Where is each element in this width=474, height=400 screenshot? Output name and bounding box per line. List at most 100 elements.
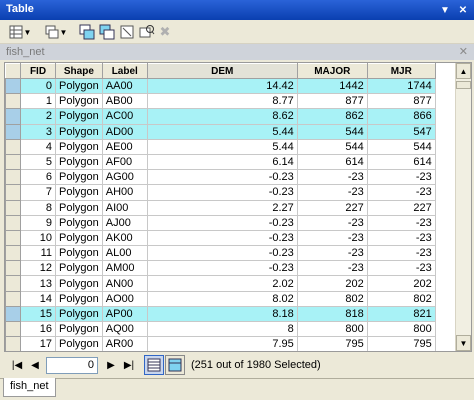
- attribute-table-grid: FID Shape Label DEM MAJOR MJR 0 Polygon AA…: [4, 62, 472, 352]
- table-row[interactable]: 10 Polygon AK00 -0.23 -23 -23: [5, 229, 436, 247]
- selection-status-text: (251 out of 1980 Selected): [191, 359, 321, 371]
- cell-dem: 5.44: [146, 138, 298, 155]
- row-selector[interactable]: [5, 214, 21, 231]
- column-header-label[interactable]: Label: [101, 63, 148, 79]
- table-row[interactable]: 6 Polygon AG00 -0.23 -23 -23: [5, 169, 436, 186]
- table-row[interactable]: 9 Polygon AJ00 -0.23 -23 -23: [5, 214, 436, 231]
- cell-dem: 8: [146, 320, 298, 338]
- table-row[interactable]: 4 Polygon AE00 5.44 544 544: [5, 138, 436, 155]
- cell-fid: 16: [20, 320, 56, 338]
- table-row[interactable]: 8 Polygon AI00 2.27 227 227: [5, 199, 436, 216]
- table-row[interactable]: 17 Polygon AR00 7.95 795 795: [5, 336, 436, 351]
- cell-major: 544: [296, 123, 368, 140]
- row-selector[interactable]: [5, 320, 21, 338]
- delete-selected-button[interactable]: ✖: [158, 23, 172, 41]
- previous-record-icon[interactable]: ◀: [28, 358, 42, 372]
- clear-selection-button[interactable]: [118, 23, 136, 41]
- zoom-to-selected-icon: [139, 25, 155, 38]
- cell-label: AN00: [101, 275, 148, 292]
- cell-label: AH00: [101, 184, 148, 201]
- row-selector[interactable]: [5, 153, 21, 171]
- row-selector[interactable]: [5, 123, 21, 140]
- table-row[interactable]: 14 Polygon AO00 8.02 802 802: [5, 290, 436, 307]
- column-header-dem[interactable]: DEM: [146, 63, 298, 79]
- column-header-fid[interactable]: FID: [20, 63, 56, 79]
- cell-major: -23: [296, 214, 368, 231]
- zoom-to-selected-button[interactable]: [138, 23, 156, 41]
- cell-major: -23: [296, 184, 368, 201]
- row-selector[interactable]: [5, 275, 21, 292]
- cell-fid: 5: [20, 153, 56, 171]
- table-row[interactable]: 3 Polygon AD00 5.44 544 547: [5, 123, 436, 140]
- cell-shape: Polygon: [55, 93, 103, 110]
- first-record-icon[interactable]: |◀: [10, 358, 24, 372]
- row-selector[interactable]: [5, 169, 21, 186]
- table-row[interactable]: 13 Polygon AN00 2.02 202 202: [5, 275, 436, 292]
- scroll-down-icon[interactable]: ▼: [456, 335, 471, 351]
- cell-dem: 5.44: [146, 123, 298, 140]
- current-record-input[interactable]: 0: [46, 357, 98, 374]
- row-selector[interactable]: [5, 229, 21, 247]
- cell-label: AO00: [101, 290, 148, 307]
- last-record-icon[interactable]: ▶|: [122, 358, 136, 372]
- cell-mjr: 227: [366, 199, 436, 216]
- row-selector[interactable]: [5, 305, 21, 323]
- related-tables-button[interactable]: ▼: [42, 23, 70, 41]
- show-all-records-button[interactable]: [144, 355, 164, 375]
- select-by-attributes-button[interactable]: [78, 23, 96, 41]
- table-row[interactable]: 2 Polygon AC00 8.62 862 866: [5, 108, 436, 125]
- row-selector[interactable]: [5, 336, 21, 351]
- cell-shape: Polygon: [55, 138, 103, 155]
- cell-label: AB00: [101, 93, 148, 110]
- cell-label: AM00: [101, 260, 148, 277]
- cell-fid: 14: [20, 290, 56, 307]
- table-row[interactable]: 12 Polygon AM00 -0.23 -23 -23: [5, 260, 436, 277]
- row-selector[interactable]: [5, 260, 21, 277]
- row-selector[interactable]: [5, 290, 21, 307]
- row-selector[interactable]: [5, 77, 21, 95]
- table-row[interactable]: 7 Polygon AH00 -0.23 -23 -23: [5, 184, 436, 201]
- pin-icon[interactable]: ▼: [437, 2, 453, 18]
- cell-fid: 4: [20, 138, 56, 155]
- vertical-scrollbar[interactable]: ▲ ▼: [455, 63, 471, 351]
- scroll-up-icon[interactable]: ▲: [456, 63, 471, 79]
- column-header-major[interactable]: MAJOR: [296, 63, 368, 79]
- cell-mjr: 877: [366, 93, 436, 110]
- related-tables-icon: [45, 25, 59, 39]
- close-icon[interactable]: ✕: [459, 45, 468, 58]
- cell-fid: 12: [20, 260, 56, 277]
- cell-mjr: 202: [366, 275, 436, 292]
- cell-shape: Polygon: [55, 336, 103, 351]
- cell-mjr: 544: [366, 138, 436, 155]
- table-row[interactable]: 5 Polygon AF00 6.14 614 614: [5, 153, 436, 171]
- cell-shape: Polygon: [55, 320, 103, 338]
- table-options-button[interactable]: ▼: [6, 23, 34, 41]
- table-row[interactable]: 1 Polygon AB00 8.77 877 877: [5, 93, 436, 110]
- show-selected-records-button[interactable]: [165, 355, 185, 375]
- table-row[interactable]: 15 Polygon AP00 8.18 818 821: [5, 305, 436, 323]
- cell-dem: 8.77: [146, 93, 298, 110]
- cell-major: 800: [296, 320, 368, 338]
- row-selector[interactable]: [5, 245, 21, 262]
- table-row[interactable]: 16 Polygon AQ00 8 800 800: [5, 320, 436, 338]
- chevron-down-icon: ▼: [59, 27, 68, 37]
- row-selector[interactable]: [5, 138, 21, 155]
- next-record-icon[interactable]: ▶: [104, 358, 118, 372]
- cell-major: 202: [296, 275, 368, 292]
- table-row[interactable]: 0 Polygon AA00 14.42 1442 1744: [5, 77, 436, 95]
- row-selector[interactable]: [5, 108, 21, 125]
- row-selector-header[interactable]: [5, 63, 21, 79]
- switch-selection-button[interactable]: [98, 23, 116, 41]
- row-selector[interactable]: [5, 93, 21, 110]
- selected-records-icon: [168, 358, 182, 372]
- close-icon[interactable]: ✕: [455, 2, 471, 18]
- cell-fid: 9: [20, 214, 56, 231]
- column-header-shape[interactable]: Shape: [55, 63, 103, 79]
- cell-shape: Polygon: [55, 153, 103, 171]
- column-header-mjr[interactable]: MJR: [366, 63, 436, 79]
- tab-fish-net[interactable]: fish_net: [3, 378, 56, 397]
- scroll-thumb[interactable]: [456, 81, 471, 89]
- row-selector[interactable]: [5, 199, 21, 216]
- row-selector[interactable]: [5, 184, 21, 201]
- table-row[interactable]: 11 Polygon AL00 -0.23 -23 -23: [5, 245, 436, 262]
